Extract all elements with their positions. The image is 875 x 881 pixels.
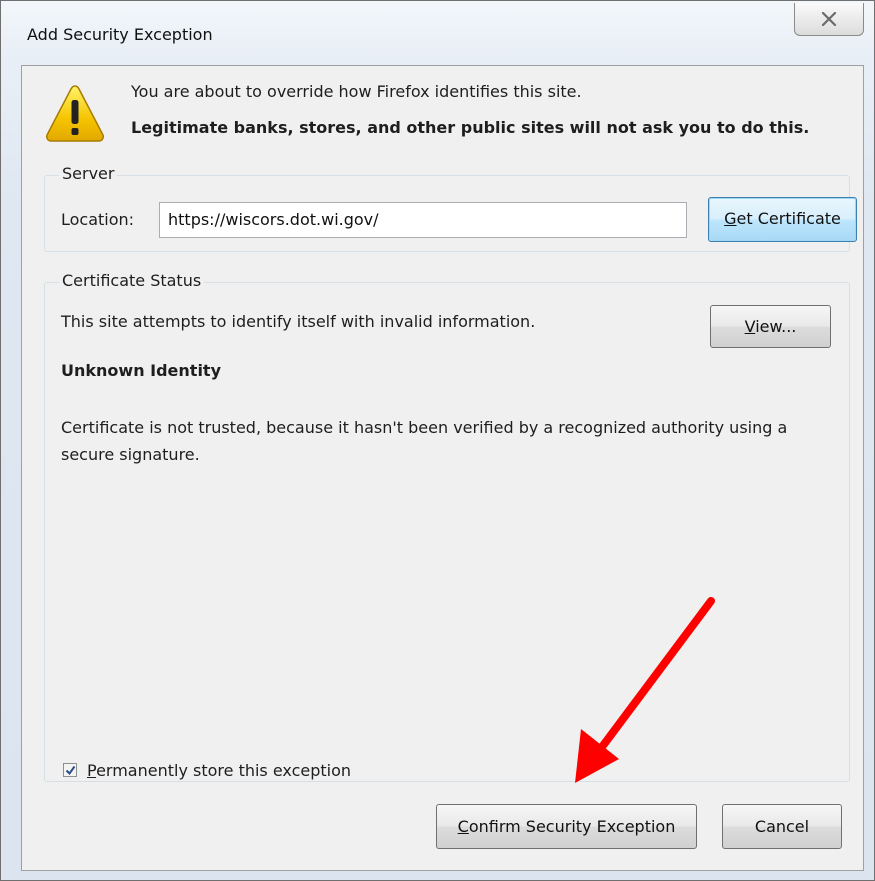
warning-icon	[46, 85, 104, 142]
server-group: Server Location: https://wiscors.dot.wi.…	[44, 164, 857, 252]
red-arrow-annotation	[575, 597, 715, 783]
get-certificate-accel: G	[724, 209, 737, 228]
get-certificate-label: et Certificate	[736, 209, 841, 228]
confirm-accel: C	[457, 817, 469, 836]
view-accel: V	[744, 317, 756, 336]
permanent-accel: P	[87, 761, 97, 780]
confirm-label: onfirm Security Exception	[468, 817, 676, 836]
permanent-store-label: Permanently store this exception	[87, 761, 351, 780]
location-input[interactable]: https://wiscors.dot.wi.gov/	[159, 202, 687, 238]
certificate-status-group: Certificate Status This site attempts to…	[44, 271, 850, 782]
view-label: iew...	[755, 317, 797, 336]
certificate-reason-text: Certificate is not trusted, because it h…	[61, 418, 788, 464]
dialog-content: You are about to override how Firefox id…	[21, 65, 864, 871]
legitimate-sites-warning: Legitimate banks, stores, and other publ…	[131, 118, 810, 137]
certificate-status-legend: Certificate Status	[59, 271, 205, 290]
dialog-window: Add Security Exception You are about to …	[0, 0, 875, 881]
close-button[interactable]	[794, 3, 864, 36]
unknown-identity-heading: Unknown Identity	[61, 361, 222, 380]
title-bar[interactable]: Add Security Exception	[1, 1, 874, 65]
permanent-label-rest: ermanently store this exception	[96, 761, 352, 780]
server-legend: Server	[59, 164, 118, 183]
cancel-button[interactable]: Cancel	[722, 804, 842, 849]
certificate-status-text: This site attempts to identify itself wi…	[61, 312, 536, 331]
permanent-store-checkbox[interactable]	[63, 763, 77, 777]
get-certificate-button[interactable]: Get Certificate	[708, 197, 857, 242]
dialog-title: Add Security Exception	[27, 25, 213, 44]
view-certificate-button[interactable]: View...	[710, 305, 831, 348]
override-warning-text: You are about to override how Firefox id…	[131, 82, 582, 101]
location-label: Location:	[61, 210, 135, 229]
checkmark-icon	[65, 765, 76, 776]
confirm-security-exception-button[interactable]: Confirm Security Exception	[436, 804, 697, 849]
close-x-icon	[821, 11, 837, 27]
